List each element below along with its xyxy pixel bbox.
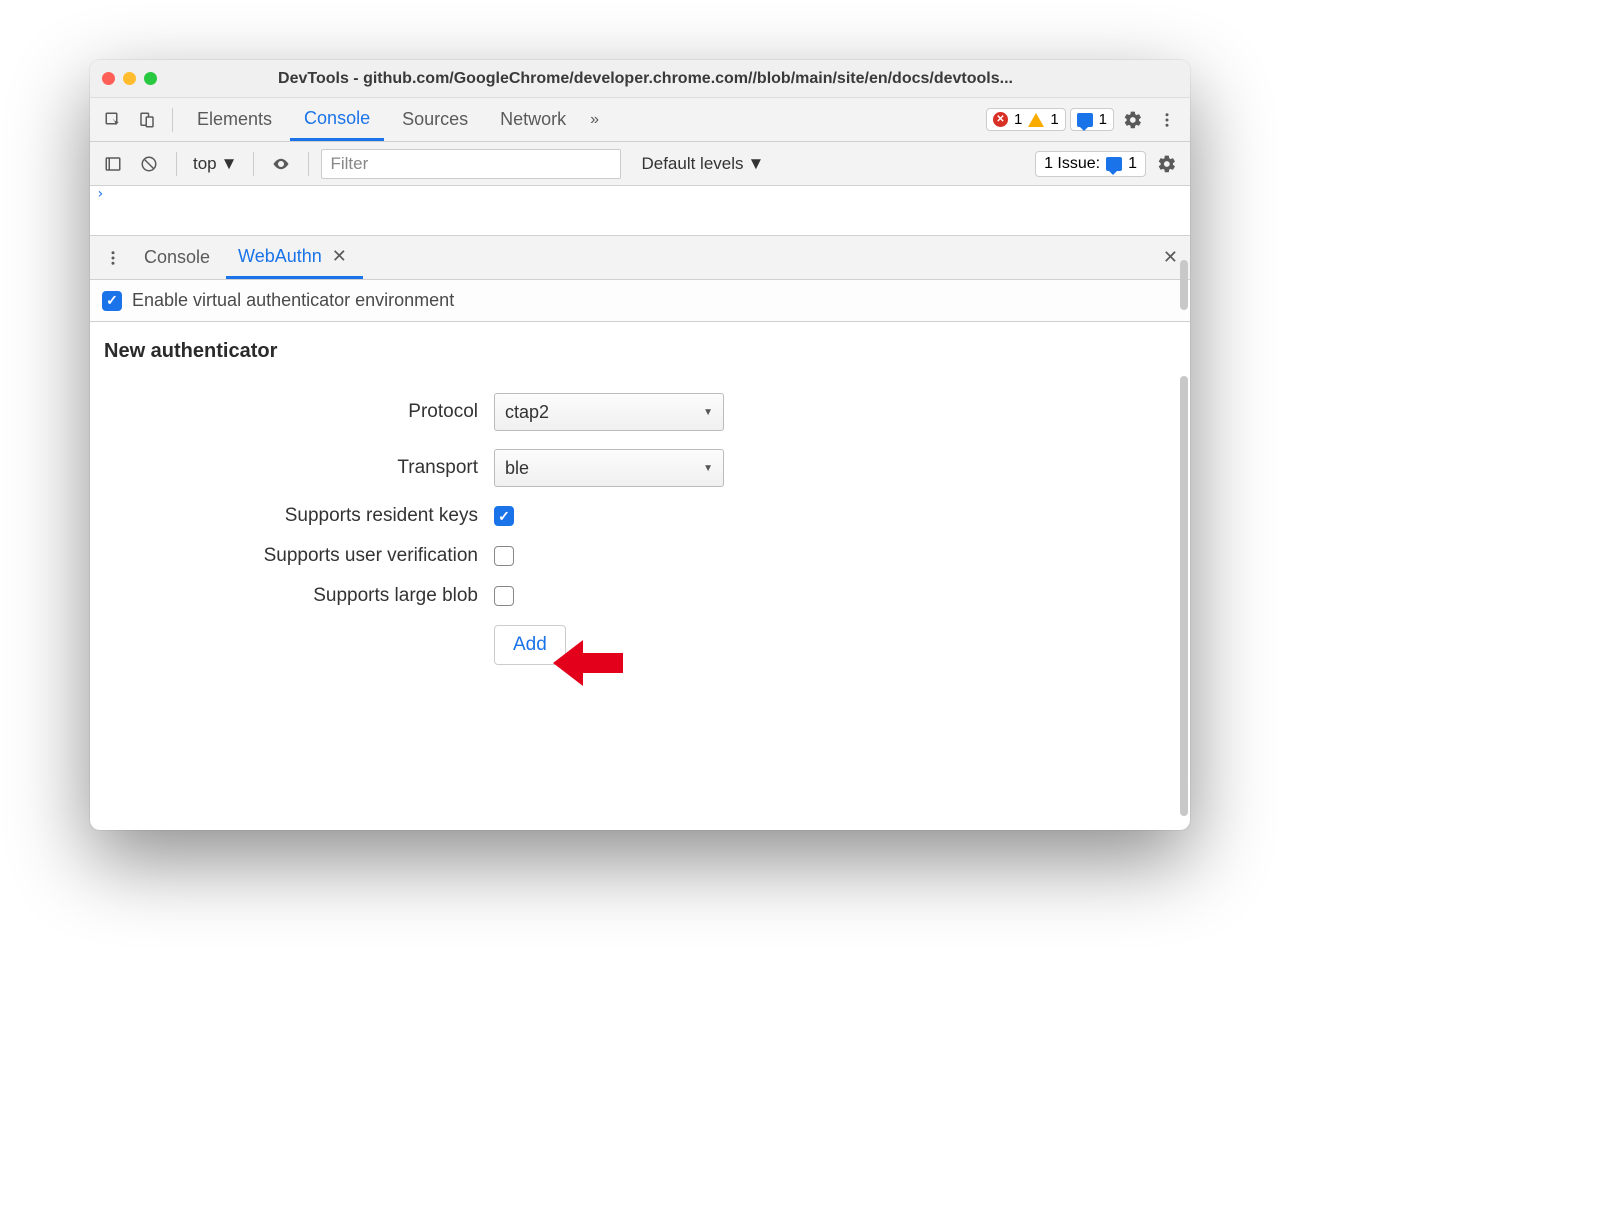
clear-console-icon[interactable] — [134, 149, 164, 179]
transport-value: ble — [505, 458, 529, 479]
enable-label: Enable virtual authenticator environment — [132, 290, 454, 311]
new-authenticator-title: New authenticator — [104, 340, 1176, 363]
info-count: 1 — [1099, 111, 1107, 128]
context-selector[interactable]: top ▼ — [189, 154, 241, 174]
add-button[interactable]: Add — [494, 625, 566, 665]
drawer-tab-console[interactable]: Console — [132, 236, 222, 279]
chevron-down-icon: ▼ — [748, 154, 765, 174]
enable-checkbox[interactable] — [102, 291, 122, 311]
kebab-menu-icon[interactable] — [1152, 105, 1182, 135]
large-blob-checkbox[interactable] — [494, 586, 514, 606]
error-icon: ✕ — [993, 112, 1008, 127]
filter-input[interactable]: Filter — [321, 149, 621, 179]
issues-count: 1 — [1128, 155, 1137, 173]
resident-keys-label: Supports resident keys — [104, 505, 494, 527]
console-prompt-icon: › — [96, 186, 104, 202]
resident-keys-checkbox[interactable] — [494, 506, 514, 526]
chevron-down-icon: ▼ — [703, 407, 713, 418]
log-levels-selector[interactable]: Default levels ▼ — [637, 154, 768, 174]
protocol-select[interactable]: ctap2 ▼ — [494, 393, 724, 431]
device-toggle-icon[interactable] — [132, 105, 162, 135]
drawer-tabs: Console WebAuthn ✕ ✕ — [90, 236, 1190, 280]
close-tab-icon[interactable]: ✕ — [328, 242, 351, 271]
tab-elements[interactable]: Elements — [183, 98, 286, 141]
close-drawer-icon[interactable]: ✕ — [1159, 243, 1182, 272]
info-icon — [1077, 113, 1093, 127]
issues-button[interactable]: 1 Issue: 1 — [1035, 151, 1146, 177]
window-titlebar: DevTools - github.com/GoogleChrome/devel… — [90, 60, 1190, 98]
error-warning-badge[interactable]: ✕ 1 1 — [986, 108, 1066, 131]
tab-network[interactable]: Network — [486, 98, 580, 141]
devtools-window: DevTools - github.com/GoogleChrome/devel… — [90, 60, 1190, 830]
transport-label: Transport — [104, 457, 494, 479]
divider — [253, 152, 254, 176]
inspect-icon[interactable] — [98, 105, 128, 135]
protocol-value: ctap2 — [505, 402, 549, 423]
chevron-down-icon: ▼ — [703, 463, 713, 474]
divider — [172, 108, 173, 132]
drawer-kebab-icon[interactable] — [98, 243, 128, 273]
tab-console[interactable]: Console — [290, 98, 384, 141]
warning-icon — [1028, 113, 1044, 127]
large-blob-label: Supports large blob — [104, 585, 494, 607]
issues-label: 1 Issue: — [1044, 155, 1100, 173]
warning-count: 1 — [1050, 111, 1058, 128]
enable-authenticator-row: Enable virtual authenticator environment — [90, 280, 1190, 322]
transport-select[interactable]: ble ▼ — [494, 449, 724, 487]
protocol-label: Protocol — [104, 401, 494, 423]
drawer-tab-webauthn-label: WebAuthn — [238, 246, 322, 267]
show-console-sidebar-icon[interactable] — [98, 149, 128, 179]
console-output[interactable]: › — [90, 186, 1190, 236]
scrollbar-thumb[interactable] — [1180, 260, 1188, 310]
drawer-tab-webauthn[interactable]: WebAuthn ✕ — [226, 236, 363, 279]
webauthn-panel: New authenticator Protocol ctap2 ▼ Trans… — [90, 322, 1190, 830]
main-toolbar: Elements Console Sources Network » ✕ 1 1… — [90, 98, 1190, 142]
more-tabs-button[interactable]: » — [584, 111, 605, 129]
divider — [176, 152, 177, 176]
tab-sources[interactable]: Sources — [388, 98, 482, 141]
close-window-button[interactable] — [102, 72, 115, 85]
console-toolbar: top ▼ Filter Default levels ▼ 1 Issue: 1 — [90, 142, 1190, 186]
levels-value: Default levels — [641, 154, 743, 174]
console-settings-gear-icon[interactable] — [1152, 149, 1182, 179]
chevron-down-icon: ▼ — [221, 154, 238, 174]
maximize-window-button[interactable] — [144, 72, 157, 85]
divider — [308, 152, 309, 176]
filter-placeholder: Filter — [330, 154, 368, 174]
window-title: DevTools - github.com/GoogleChrome/devel… — [173, 70, 1178, 88]
user-verification-label: Supports user verification — [104, 545, 494, 567]
info-badge[interactable]: 1 — [1070, 108, 1114, 131]
info-icon — [1106, 157, 1122, 171]
scrollbar-thumb[interactable] — [1180, 376, 1188, 816]
settings-gear-icon[interactable] — [1118, 105, 1148, 135]
context-value: top — [193, 154, 217, 174]
user-verification-checkbox[interactable] — [494, 546, 514, 566]
live-expression-eye-icon[interactable] — [266, 149, 296, 179]
minimize-window-button[interactable] — [123, 72, 136, 85]
traffic-lights — [102, 72, 157, 85]
error-count: 1 — [1014, 111, 1022, 128]
